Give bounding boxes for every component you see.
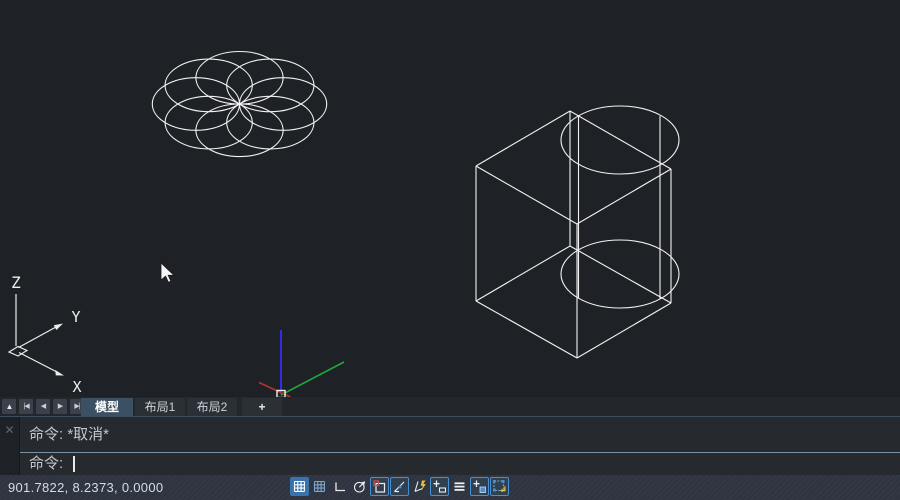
ortho-mode-button[interactable] xyxy=(330,477,349,496)
cad-application-window: Z Y X ▲ |◀ ◀ ▶ ▶| 模型 xyxy=(0,0,900,500)
status-toggle-buttons xyxy=(290,477,509,496)
annotation-monitor-icon xyxy=(492,479,507,494)
pointer-cursor xyxy=(161,263,174,282)
polar-tracking-button[interactable] xyxy=(350,477,369,496)
ucs-x-label: X xyxy=(72,378,81,396)
selection-cycling-button[interactable] xyxy=(470,477,489,496)
object-snap-button[interactable] xyxy=(370,477,389,496)
circle-rosette-wireframe xyxy=(152,52,326,157)
tab-model[interactable]: 模型 xyxy=(81,398,133,416)
lineweight-display-button[interactable] xyxy=(450,477,469,496)
grid-icon xyxy=(292,479,307,494)
polar-tracking-icon xyxy=(352,479,367,494)
layout-tabs: 模型 布局1 布局2 + xyxy=(81,397,282,416)
origin-tripod xyxy=(259,330,344,397)
cylinder-wireframe xyxy=(561,106,679,308)
box-wireframe xyxy=(476,111,671,358)
coordinates-readout[interactable]: 901.7822, 8.2373, 0.0000 xyxy=(8,475,163,500)
tab-layout1[interactable]: 布局1 xyxy=(135,398,185,416)
expand-tabs-button[interactable]: ▲ xyxy=(2,399,16,414)
dynamic-input-icon xyxy=(432,479,447,494)
next-tab-button[interactable]: ▶ xyxy=(53,399,67,414)
snap-grid-icon xyxy=(312,479,327,494)
object-snap-icon xyxy=(372,479,387,494)
command-history-line: 命令: *取消* xyxy=(21,417,900,452)
drawing-viewport[interactable]: Z Y X xyxy=(0,0,900,397)
dynamic-ucs-icon xyxy=(412,479,427,494)
command-prompt-label: 命令: xyxy=(29,453,63,475)
ucs-z-label: Z xyxy=(11,273,21,292)
selection-cycling-icon xyxy=(472,479,487,494)
lineweight-icon xyxy=(452,479,467,494)
first-tab-button[interactable]: |◀ xyxy=(19,399,33,414)
layout-tab-bar: ▲ |◀ ◀ ▶ ▶| 模型 布局1 布局2 + xyxy=(0,397,900,416)
text-caret xyxy=(73,456,75,472)
status-bar: 901.7822, 8.2373, 0.0000 xyxy=(0,475,900,500)
dynamic-input-button[interactable] xyxy=(430,477,449,496)
ucs-axis-icon: Z Y X xyxy=(9,273,82,396)
tab-layout2[interactable]: 布局2 xyxy=(187,398,237,416)
tab-nav-buttons: ▲ |◀ ◀ ▶ ▶| xyxy=(0,397,84,414)
annotation-monitor-button[interactable] xyxy=(490,477,509,496)
command-line-panel: ✕ 命令: *取消* 命令: xyxy=(0,416,900,475)
grid-display-button[interactable] xyxy=(290,477,309,496)
command-input[interactable]: 命令: xyxy=(21,453,900,475)
snap-tracking-icon xyxy=(392,479,407,494)
close-icon[interactable]: ✕ xyxy=(0,417,19,437)
command-panel-gutter: ✕ xyxy=(0,417,20,475)
object-snap-tracking-button[interactable] xyxy=(390,477,409,496)
prev-tab-button[interactable]: ◀ xyxy=(36,399,50,414)
dynamic-ucs-button[interactable] xyxy=(410,477,429,496)
tab-new-layout[interactable]: + xyxy=(242,398,282,416)
ortho-icon xyxy=(332,479,347,494)
ucs-y-label: Y xyxy=(71,308,80,326)
snap-mode-button[interactable] xyxy=(310,477,329,496)
